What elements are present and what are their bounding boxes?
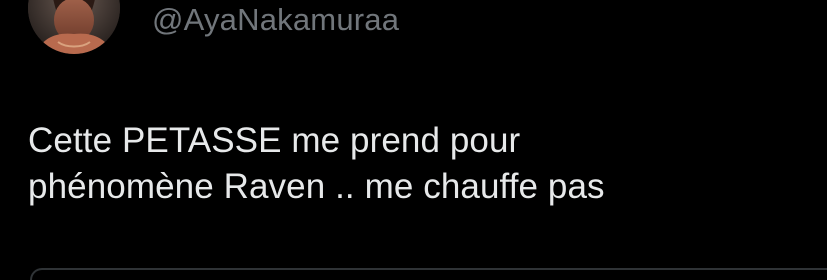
tweet-text-line: phénomène Raven .. me chauffe pas bbox=[28, 167, 605, 206]
author-handle[interactable]: @AyaNakamuraa bbox=[152, 0, 399, 40]
tweet-text-line: Cette PETASSE me prend pour bbox=[28, 121, 521, 160]
embedded-card-edge bbox=[30, 268, 827, 280]
tweet: @AyaNakamuraa Cette PETASSE me prend pou… bbox=[0, 0, 827, 280]
tweet-text: Cette PETASSE me prend pour phénomène Ra… bbox=[28, 118, 808, 210]
avatar[interactable] bbox=[28, 0, 120, 54]
